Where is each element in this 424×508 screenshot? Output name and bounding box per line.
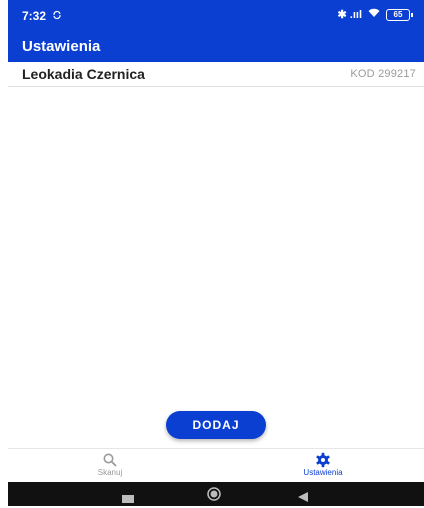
add-button[interactable]: DODAJ	[166, 411, 266, 439]
wifi-icon	[368, 8, 380, 21]
app-bar: Ustawienia	[8, 32, 424, 62]
recents-button[interactable]	[122, 490, 134, 508]
back-button[interactable]	[298, 489, 308, 507]
status-bar: 7:32 ✱ .ııl 65	[8, 0, 424, 32]
status-left: 7:32	[22, 9, 62, 23]
nav-item-skanuj[interactable]: Skanuj	[70, 452, 150, 477]
signal-icon: ✱ .ııl	[337, 9, 363, 21]
bottom-navigation: Skanuj Ustawienia	[8, 448, 424, 483]
gear-icon	[283, 452, 363, 468]
battery-icon: 65	[386, 8, 413, 21]
sync-icon	[52, 9, 62, 23]
list-item-code: KOD 299217	[350, 68, 416, 80]
list-item[interactable]: Leokadia Czernica KOD 299217	[8, 62, 424, 87]
nav-label-ustawienia: Ustawienia	[303, 468, 343, 477]
nav-item-ustawienia[interactable]: Ustawienia	[283, 452, 363, 477]
phone-screen: 7:32 ✱ .ııl 65 Ustawienia Leokadia Czern…	[8, 0, 424, 506]
page-title: Ustawienia	[22, 38, 101, 55]
system-navigation-bar	[8, 482, 424, 506]
nav-label-skanuj: Skanuj	[97, 468, 123, 477]
status-time: 7:32	[22, 9, 47, 23]
home-button[interactable]	[207, 487, 221, 506]
status-right: ✱ .ııl 65	[337, 8, 413, 21]
search-icon	[70, 452, 150, 468]
settings-list: Leokadia Czernica KOD 299217	[8, 62, 424, 87]
list-item-name: Leokadia Czernica	[22, 66, 145, 82]
